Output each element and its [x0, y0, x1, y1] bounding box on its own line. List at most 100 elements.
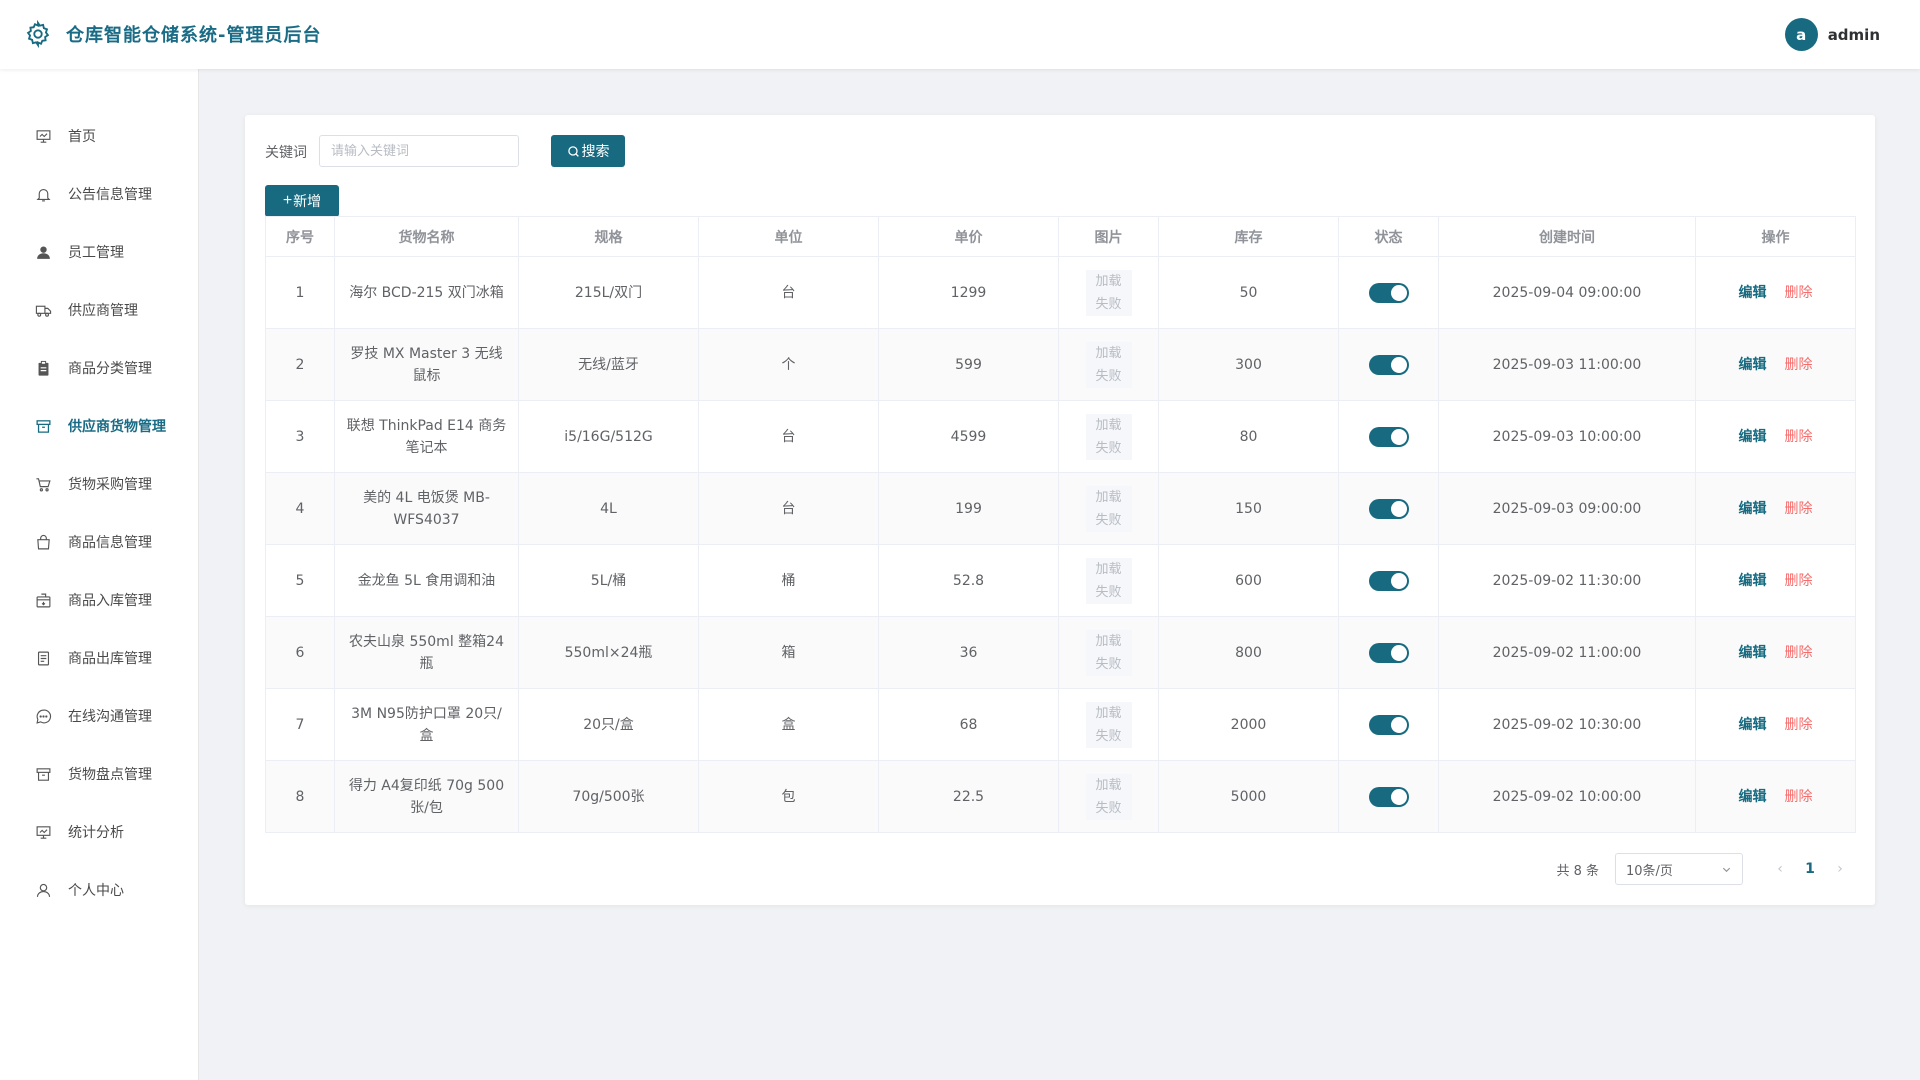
image-placeholder: 加载失败: [1085, 413, 1132, 460]
bag-icon: [37, 534, 50, 549]
sidebar-item-supplier[interactable]: 供应商管理: [0, 290, 198, 330]
sidebar-item-notice[interactable]: 公告信息管理: [0, 174, 198, 214]
delete-button[interactable]: 删除: [1785, 285, 1813, 301]
app-title: 仓库智能仓储系统-管理员后台: [66, 25, 322, 46]
cell-created: 2025-09-03 11:00:00: [1438, 328, 1696, 401]
status-toggle[interactable]: [1368, 282, 1409, 303]
sidebar-item-staff[interactable]: 员工管理: [0, 232, 198, 272]
pagination: 共 8 条 10条/页 ‹ 1 ›: [1556, 853, 1855, 885]
edit-button[interactable]: 编辑: [1739, 573, 1767, 589]
cell-spec: 无线/蓝牙: [518, 328, 699, 401]
status-toggle[interactable]: [1368, 354, 1409, 375]
page-size-select[interactable]: 10条/页: [1615, 853, 1743, 885]
cell-price: 1299: [878, 256, 1059, 329]
edit-button[interactable]: 编辑: [1739, 501, 1767, 517]
chevron-down-icon: [1722, 867, 1731, 872]
prev-page-button[interactable]: ‹: [1765, 861, 1795, 877]
username[interactable]: admin: [1828, 26, 1880, 44]
cell-status: [1338, 472, 1439, 545]
page-number[interactable]: 1: [1795, 861, 1825, 877]
delete-button[interactable]: 删除: [1785, 789, 1813, 805]
cell-status: [1338, 256, 1439, 329]
edit-button[interactable]: 编辑: [1739, 357, 1767, 373]
column-header: 操作: [1695, 216, 1856, 257]
delete-button[interactable]: 删除: [1785, 357, 1813, 373]
cell-image: 加载失败: [1058, 328, 1159, 401]
edit-button[interactable]: 编辑: [1739, 789, 1767, 805]
table-row: 6 农夫山泉 550ml 整箱24瓶 550ml×24瓶箱 36 加载失败 800 2025…: [265, 616, 1856, 689]
avatar[interactable]: a: [1784, 18, 1818, 51]
edit-button[interactable]: 编辑: [1739, 645, 1767, 661]
status-toggle[interactable]: [1368, 570, 1409, 591]
status-toggle[interactable]: [1368, 714, 1409, 735]
delete-button[interactable]: 删除: [1785, 717, 1813, 733]
content-card: 关键词 搜索 + 新增 序号 货物名称 规格 单位 单价 图片 库存 状态 创建…: [245, 115, 1875, 905]
document-icon: [37, 651, 50, 665]
search-button[interactable]: 搜索: [551, 135, 625, 167]
sidebar-item-profile[interactable]: 个人中心: [0, 870, 198, 910]
cell-unit: 台: [698, 400, 879, 473]
cell-stock: 600: [1158, 544, 1339, 617]
status-toggle[interactable]: [1368, 786, 1409, 807]
cell-stock: 50: [1158, 256, 1339, 329]
user-menu[interactable]: a admin: [1784, 18, 1880, 51]
cell-status: [1338, 616, 1439, 689]
table-body: 1 海尔 BCD-215 双门冰箱 215L/双门台 1299 加载失败 50 2025-0…: [265, 256, 1856, 833]
delete-button[interactable]: 删除: [1785, 429, 1813, 445]
cell-actions: 编辑 删除: [1695, 760, 1856, 833]
sidebar-item-inventory[interactable]: 货物盘点管理: [0, 754, 198, 794]
next-page-button[interactable]: ›: [1825, 861, 1855, 877]
cell-stock: 2000: [1158, 688, 1339, 761]
cell-price: 36: [878, 616, 1059, 689]
delete-button[interactable]: 删除: [1785, 501, 1813, 517]
sidebar-item-supplier-goods[interactable]: 供应商货物管理: [0, 406, 198, 446]
delete-button[interactable]: 删除: [1785, 645, 1813, 661]
sidebar-item-stock-out[interactable]: 商品出库管理: [0, 638, 198, 678]
sidebar: 首页 公告信息管理 员工管理 供应商管理 商品分类管理 供应商货物管理 货物采购…: [0, 69, 199, 1080]
cell-stock: 300: [1158, 328, 1339, 401]
edit-button[interactable]: 编辑: [1739, 717, 1767, 733]
cell-image: 加载失败: [1058, 472, 1159, 545]
status-toggle[interactable]: [1368, 426, 1409, 447]
cell-actions: 编辑 删除: [1695, 400, 1856, 473]
add-button[interactable]: + 新增: [265, 185, 339, 217]
sidebar-item-label: 供应商货物管理: [68, 419, 166, 435]
box-in-icon: [36, 593, 51, 607]
sidebar-item-product-info[interactable]: 商品信息管理: [0, 522, 198, 562]
cell-unit: 箱: [698, 616, 879, 689]
goods-table: 序号 货物名称 规格 单位 单价 图片 库存 状态 创建时间 操作 1 海尔 BC…: [265, 216, 1856, 833]
sidebar-item-label: 货物盘点管理: [68, 767, 152, 783]
keyword-label: 关键词: [265, 145, 307, 161]
sidebar-item-stock-in[interactable]: 商品入库管理: [0, 580, 198, 620]
status-toggle[interactable]: [1368, 642, 1409, 663]
table-row: 7 3M N95防护口罩 20只/盒 20只/盒盒 68 加载失败 2000 2025-09…: [265, 688, 1856, 761]
cell-unit: 包: [698, 760, 879, 833]
column-header: 序号: [265, 216, 335, 257]
top-bar: 仓库智能仓储系统-管理员后台 a admin: [0, 0, 1920, 69]
column-header: 单价: [878, 216, 1059, 257]
cell-status: [1338, 328, 1439, 401]
cell-price: 52.8: [878, 544, 1059, 617]
cell-name: 金龙鱼 5L 食用调和油: [334, 544, 519, 617]
cell-image: 加载失败: [1058, 256, 1159, 329]
sidebar-item-label: 首页: [68, 129, 96, 145]
cell-created: 2025-09-03 10:00:00: [1438, 400, 1696, 473]
sidebar-item-label: 统计分析: [68, 825, 124, 841]
sidebar-item-chat[interactable]: 在线沟通管理: [0, 696, 198, 736]
table-row: 4 美的 4L 电饭煲 MB-WFS4037 4L 台 199 加载失败 150 2025-0…: [265, 472, 1856, 545]
cell-unit: 桶: [698, 544, 879, 617]
status-toggle[interactable]: [1368, 498, 1409, 519]
keyword-input[interactable]: [319, 135, 519, 167]
delete-button[interactable]: 删除: [1785, 573, 1813, 589]
sidebar-item-home[interactable]: 首页: [0, 116, 198, 156]
cell-index: 8: [265, 760, 335, 833]
sidebar-item-statistics[interactable]: 统计分析: [0, 812, 198, 852]
edit-button[interactable]: 编辑: [1739, 285, 1767, 301]
search-button-label: 搜索: [581, 143, 610, 159]
edit-button[interactable]: 编辑: [1739, 429, 1767, 445]
table-header-row: 序号 货物名称 规格 单位 单价 图片 库存 状态 创建时间 操作: [265, 216, 1856, 257]
sidebar-item-purchase[interactable]: 货物采购管理: [0, 464, 198, 504]
sidebar-item-category[interactable]: 商品分类管理: [0, 348, 198, 388]
page-size-value: 10条/页: [1626, 863, 1673, 879]
cell-actions: 编辑 删除: [1695, 688, 1856, 761]
